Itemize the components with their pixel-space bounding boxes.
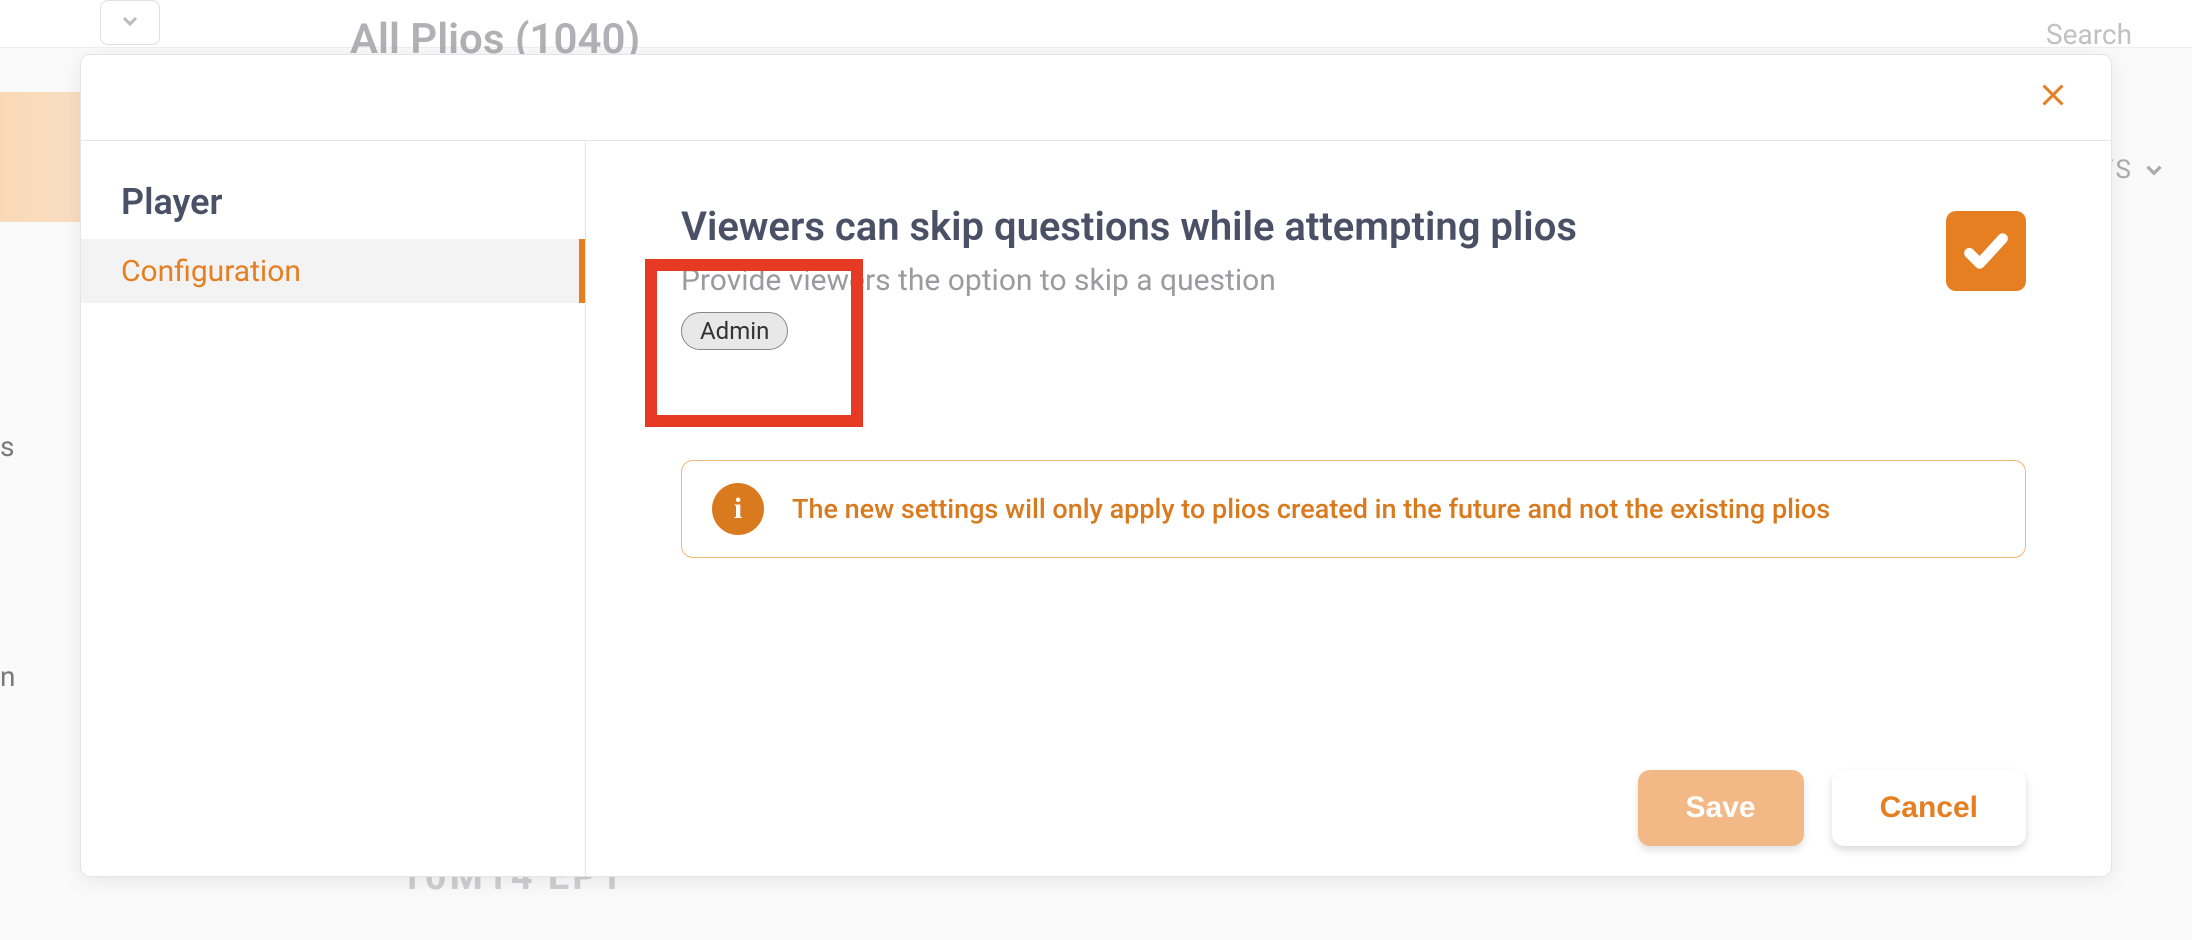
sidebar-item-label: Configuration: [121, 254, 301, 289]
modal-sidebar: Player Configuration: [81, 141, 586, 876]
modal-header: [81, 55, 2111, 141]
info-icon: i: [712, 483, 764, 535]
setting-row: Viewers can skip questions while attempt…: [681, 201, 2026, 350]
settings-modal: Player Configuration Viewers can skip qu…: [80, 54, 2112, 877]
modal-main-content: Viewers can skip questions while attempt…: [586, 141, 2111, 876]
save-button[interactable]: Save: [1638, 770, 1804, 846]
bg-partial-text-2: n: [0, 660, 15, 693]
info-banner: i The new settings will only apply to pl…: [681, 460, 2026, 558]
chevron-down-icon: [2141, 157, 2167, 183]
info-text: The new settings will only apply to plio…: [792, 493, 1830, 525]
bg-partial-text-1: s: [0, 430, 14, 463]
bg-header: [0, 0, 2192, 48]
cancel-button[interactable]: Cancel: [1832, 770, 2026, 846]
sidebar-section-title: Player: [81, 181, 585, 239]
search-placeholder: Search: [2046, 18, 2132, 51]
modal-body: Player Configuration Viewers can skip qu…: [81, 141, 2111, 876]
chevron-down-icon: [118, 9, 142, 37]
sidebar-item-configuration[interactable]: Configuration: [81, 239, 585, 303]
admin-badge: Admin: [681, 312, 788, 350]
setting-checkbox[interactable]: [1946, 211, 2026, 291]
check-icon: [1961, 226, 2011, 276]
bg-dropdown-btn: [100, 0, 160, 45]
setting-description: Provide viewers the option to skip a que…: [681, 263, 1906, 298]
setting-text-block: Viewers can skip questions while attempt…: [681, 201, 1906, 350]
close-button[interactable]: [2035, 76, 2071, 120]
setting-title: Viewers can skip questions while attempt…: [681, 201, 1906, 253]
close-icon: [2035, 77, 2071, 113]
modal-footer: Save Cancel: [681, 740, 2026, 846]
